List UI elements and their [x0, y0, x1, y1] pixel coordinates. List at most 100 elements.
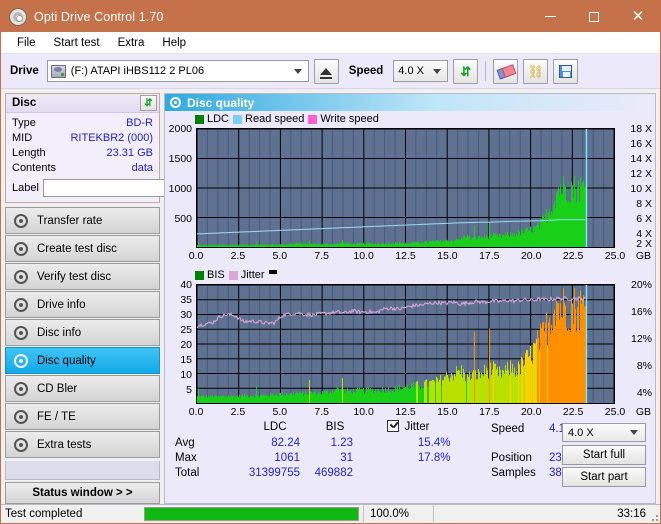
- disc-icon: [14, 353, 28, 368]
- stats-max-bis: 31: [340, 452, 353, 464]
- disc-row-key: MID: [12, 132, 33, 144]
- save-button[interactable]: [553, 58, 579, 84]
- drive-select[interactable]: (F:) ATAPI iHBS112 2 PL06: [46, 60, 309, 82]
- maximize-button[interactable]: [572, 1, 616, 32]
- menu-bar: File Start test Extra Help: [1, 32, 660, 54]
- disc-icon: [14, 325, 28, 340]
- menu-item-help[interactable]: Help: [153, 35, 195, 51]
- disc-icon: [14, 381, 28, 396]
- stats-avg-bis: 1.23: [330, 437, 353, 449]
- chart2-plot-area: [196, 284, 615, 404]
- legend-swatch-icon: [228, 270, 238, 280]
- chart2-legend: BIS Jitter: [195, 269, 277, 281]
- legend-marker-icon: [268, 270, 277, 274]
- chart1-y2tick: 16 X: [630, 138, 652, 150]
- minimize-icon: [544, 16, 556, 17]
- chart2-ytick: 5: [186, 384, 192, 396]
- disc-row-value: 23.31 GB: [106, 147, 153, 159]
- status-window-button[interactable]: Status window > >: [5, 482, 160, 504]
- start-part-button[interactable]: Start part: [562, 467, 646, 487]
- minimize-button[interactable]: [528, 1, 572, 32]
- chart2-y2tick: 20%: [630, 279, 652, 291]
- app-disc-icon: [9, 7, 27, 26]
- chart1-xtick: 20.0: [520, 250, 542, 262]
- chart2-xtick: 22.5: [562, 406, 584, 418]
- sidebar-item-transfer-rate[interactable]: Transfer rate: [5, 207, 160, 234]
- disc-row-type: Type BD-R: [12, 116, 153, 131]
- stats-total-bis: 469882: [314, 467, 353, 479]
- disc-row-value: data: [131, 162, 153, 174]
- sidebar-item-extra-tests[interactable]: Extra tests: [5, 431, 160, 458]
- refresh-button[interactable]: ⇵: [453, 58, 479, 84]
- disc-icon: [14, 409, 28, 424]
- jitter-label: Jitter: [404, 421, 430, 433]
- stats-col-header-bis: BIS: [325, 421, 345, 433]
- disc-row-key: Type: [12, 117, 36, 129]
- disc-icon: [14, 213, 28, 228]
- sidebar-item-cd-bler[interactable]: CD Bler: [5, 375, 160, 402]
- disc-icon: [14, 297, 28, 312]
- sidebar-item-label: Drive info: [37, 298, 86, 311]
- chart2-ytick: 20: [180, 339, 192, 351]
- menu-item-start-test[interactable]: Start test: [45, 35, 109, 51]
- toolbar-separator: [485, 61, 487, 81]
- position-stat-label: Position: [491, 452, 532, 464]
- sidebar-item-fe-te[interactable]: FE / TE: [5, 403, 160, 430]
- chart2-y2tick: 4%: [636, 387, 652, 399]
- chart2-ytick: 15: [180, 354, 192, 366]
- chart1-xtick: 12.5: [395, 250, 416, 262]
- disc-row-value: RITEKBR2 (000): [70, 132, 153, 144]
- chevron-down-icon: [293, 68, 302, 74]
- progress-percent: 100.0%: [363, 504, 433, 524]
- sidebar-item-drive-info[interactable]: Drive info: [5, 291, 160, 318]
- start-full-button[interactable]: Start full: [562, 445, 646, 465]
- chart2-xunit: GB: [635, 406, 651, 418]
- speed-select[interactable]: 4.0 X: [393, 60, 449, 82]
- disc-quality-icon: [170, 97, 181, 108]
- chart1-ytick: 500: [174, 213, 192, 225]
- progress-bar: [144, 507, 359, 521]
- legend-item-bis: BIS: [195, 269, 225, 281]
- drive-icon: [50, 64, 66, 78]
- sidebar-item-create-test-disc[interactable]: Create test disc: [5, 235, 160, 262]
- legend-swatch-icon: [308, 114, 318, 124]
- stats-row-label-avg: Avg: [175, 437, 195, 449]
- stats-avg-ldc: 82.24: [271, 437, 300, 449]
- disc-icon: [14, 269, 28, 284]
- disc-label-row: Label: [12, 178, 245, 198]
- legend-item-ldc: LDC: [195, 113, 229, 125]
- disc-refresh-button[interactable]: ⇵: [140, 95, 157, 111]
- chart1-y2tick: 8 X: [636, 198, 652, 210]
- menu-item-extra[interactable]: Extra: [109, 35, 154, 51]
- chain-button[interactable]: ⛓: [523, 58, 549, 84]
- sidebar-item-verify-test-disc[interactable]: Verify test disc: [5, 263, 160, 290]
- sidebar-item-disc-quality[interactable]: Disc quality: [5, 347, 160, 374]
- speed-select-value: 4.0 X: [398, 65, 424, 77]
- window-title: Opti Drive Control 1.70: [34, 9, 164, 24]
- resize-grip[interactable]: [648, 511, 658, 521]
- legend-swatch-icon: [195, 114, 204, 124]
- test-speed-select[interactable]: 4.0 X: [562, 423, 646, 442]
- eraser-icon: [498, 66, 513, 77]
- close-button[interactable]: ✕: [616, 1, 660, 32]
- test-speed-value: 4.0 X: [568, 426, 594, 439]
- status-message: Test completed: [5, 508, 83, 520]
- title-bar: Opti Drive Control 1.70 ✕: [1, 1, 660, 32]
- main-panel: Disc quality LDC Read speed Write speed …: [164, 93, 656, 504]
- progress-bar-fill: [145, 508, 358, 520]
- chart2-ytick: 10: [180, 369, 192, 381]
- chart2-xtick: 20.0: [520, 406, 542, 418]
- menu-item-file[interactable]: File: [8, 35, 45, 51]
- eject-button[interactable]: [313, 58, 339, 84]
- disc-row-mid: MID RITEKBR2 (000): [12, 131, 153, 146]
- chart1-ytick: 1000: [168, 183, 192, 195]
- chart2-xtick: 5.0: [272, 406, 288, 418]
- chart2-ytick: 25: [180, 324, 192, 336]
- maximize-icon: [589, 11, 599, 22]
- sidebar-item-disc-info[interactable]: Disc info: [5, 319, 160, 346]
- window-controls: ✕: [528, 1, 660, 32]
- chart2-xtick: 0.0: [188, 406, 204, 418]
- chart-ldc-readspeed: LDC Read speed Write speed 2000 1500 100…: [167, 112, 653, 264]
- jitter-checkbox[interactable]: [386, 420, 399, 433]
- erase-button[interactable]: [493, 58, 519, 84]
